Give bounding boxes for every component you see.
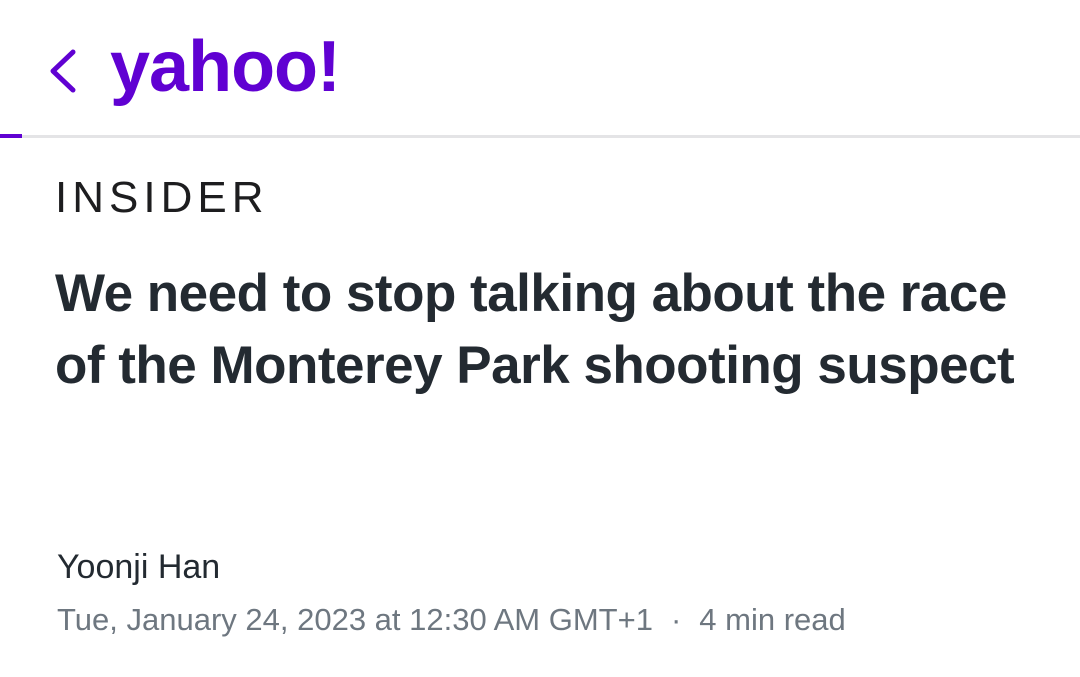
- meta-separator: ·: [670, 602, 682, 637]
- publisher-name[interactable]: INSIDER: [55, 172, 268, 224]
- chevron-left-icon: [50, 49, 76, 93]
- article-page: yahoo! INSIDER We need to stop talking a…: [0, 0, 1080, 677]
- yahoo-logo[interactable]: yahoo!: [110, 22, 341, 112]
- divider-accent: [0, 134, 22, 138]
- author-name[interactable]: Yoonji Han: [57, 545, 220, 589]
- article-meta: Tue, January 24, 2023 at 12:30 AM GMT+1 ·…: [57, 598, 846, 642]
- top-bar: yahoo!: [0, 0, 1080, 136]
- header-divider: [0, 135, 1080, 138]
- read-time: 4 min read: [699, 602, 846, 637]
- publish-date: Tue, January 24, 2023 at 12:30 AM GMT+1: [57, 602, 653, 637]
- article-headline: We need to stop talking about the race o…: [55, 264, 1015, 395]
- back-button[interactable]: [36, 38, 88, 104]
